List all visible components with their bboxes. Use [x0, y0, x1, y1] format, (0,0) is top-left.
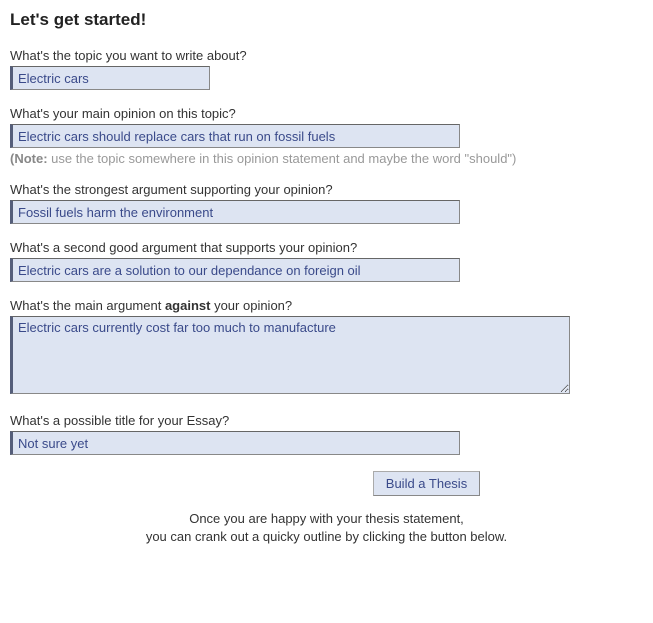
- build-thesis-button[interactable]: Build a Thesis: [373, 471, 480, 496]
- title-question: What's a possible title for your Essay?: [10, 413, 643, 428]
- title-block: What's a possible title for your Essay?: [10, 413, 643, 455]
- against-block: What's the main argument against your op…: [10, 298, 643, 397]
- button-row: Build a Thesis: [210, 471, 643, 496]
- arg1-block: What's the strongest argument supporting…: [10, 182, 643, 224]
- opinion-note-text: use the topic somewhere in this opinion …: [48, 151, 517, 166]
- against-input[interactable]: [10, 316, 570, 394]
- page-heading: Let's get started!: [10, 10, 643, 30]
- footer-line2: you can crank out a quicky outline by cl…: [146, 529, 507, 544]
- arg1-question: What's the strongest argument supporting…: [10, 182, 643, 197]
- topic-block: What's the topic you want to write about…: [10, 48, 643, 90]
- arg1-input[interactable]: [10, 200, 460, 224]
- against-question: What's the main argument against your op…: [10, 298, 643, 313]
- topic-question: What's the topic you want to write about…: [10, 48, 643, 63]
- against-question-bold: against: [165, 298, 211, 313]
- topic-input[interactable]: [10, 66, 210, 90]
- against-question-pre: What's the main argument: [10, 298, 165, 313]
- opinion-note-bold: (Note:: [10, 151, 48, 166]
- opinion-question: What's your main opinion on this topic?: [10, 106, 643, 121]
- opinion-block: What's your main opinion on this topic? …: [10, 106, 643, 166]
- footer-text: Once you are happy with your thesis stat…: [10, 510, 643, 546]
- footer-line1: Once you are happy with your thesis stat…: [189, 511, 464, 526]
- title-input[interactable]: [10, 431, 460, 455]
- arg2-question: What's a second good argument that suppo…: [10, 240, 643, 255]
- opinion-note: (Note: use the topic somewhere in this o…: [10, 151, 643, 166]
- opinion-input[interactable]: [10, 124, 460, 148]
- arg2-block: What's a second good argument that suppo…: [10, 240, 643, 282]
- against-question-post: your opinion?: [210, 298, 292, 313]
- arg2-input[interactable]: [10, 258, 460, 282]
